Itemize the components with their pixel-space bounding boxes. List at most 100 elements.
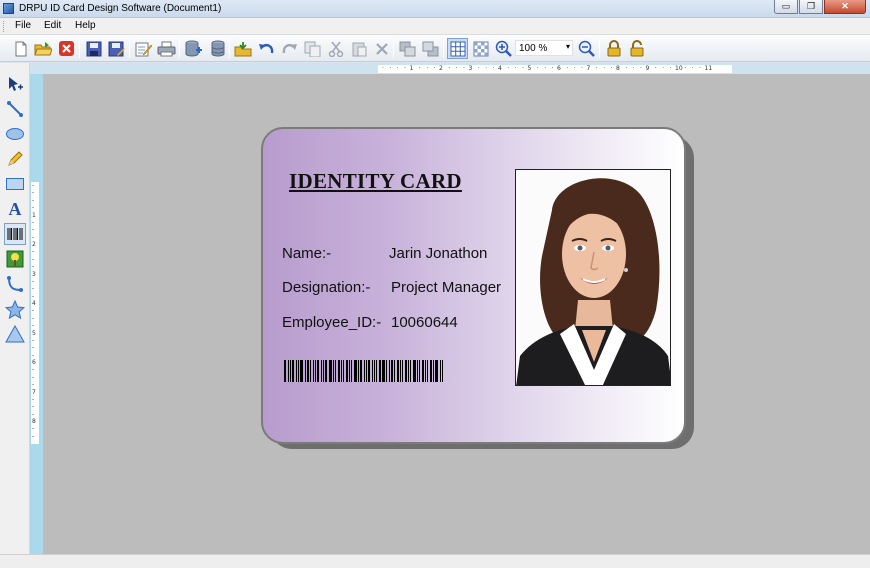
ruler-tick: ˑ [581, 65, 584, 72]
arc-icon[interactable] [4, 273, 26, 295]
zoom-in-icon[interactable] [493, 38, 514, 59]
barcode-bar [366, 360, 367, 382]
database-export-icon[interactable] [183, 38, 204, 59]
transparent-icon[interactable] [470, 38, 491, 59]
ruler-tick: ˑ [551, 65, 554, 72]
ruler-tick: · [691, 65, 694, 72]
ruler-tick: · [485, 65, 488, 72]
ruler-tick: · [662, 65, 665, 72]
barcode-bar [435, 360, 438, 382]
redo-icon[interactable] [279, 38, 300, 59]
ruler-tick: - [32, 373, 35, 381]
ruler-tick: · [396, 65, 399, 72]
ellipse-icon[interactable] [4, 123, 26, 145]
barcode-bar [313, 360, 314, 382]
new-icon[interactable] [10, 38, 31, 59]
barcode-bar [321, 360, 322, 382]
ruler-label: 10 [675, 65, 683, 72]
ruler-tick: - [32, 263, 35, 271]
zoom-out-icon[interactable] [576, 38, 597, 59]
ruler-tick: ˑ [595, 65, 598, 72]
send-back-icon[interactable] [420, 38, 441, 59]
ruler-label: 7 [32, 388, 36, 396]
lock-icon[interactable] [603, 38, 624, 59]
delete-icon[interactable] [371, 38, 392, 59]
barcode-bar [354, 360, 357, 382]
barcode-bar [379, 360, 381, 382]
menu-file[interactable]: File [15, 20, 31, 31]
picture-icon[interactable] [4, 248, 26, 270]
ruler-tick: - [32, 425, 35, 433]
save-as-icon[interactable] [106, 38, 127, 59]
ruler-tick: - [32, 336, 35, 344]
ruler-tick: · [632, 65, 635, 72]
barcode-bar [305, 360, 306, 382]
pointer-icon[interactable] [4, 73, 26, 95]
barcode-bar [389, 360, 390, 382]
ruler-tick: - [32, 248, 35, 256]
open-icon[interactable] [32, 38, 53, 59]
ruler-tick: · [573, 65, 576, 72]
text-icon[interactable]: A [4, 198, 26, 220]
cut-icon[interactable] [325, 38, 346, 59]
ruler-tick: - [32, 204, 35, 212]
close-button[interactable]: ✕ [824, 0, 866, 14]
barcode-bar [400, 360, 401, 382]
rectangle-icon[interactable] [4, 173, 26, 195]
ruler-tick: - [32, 366, 35, 374]
name-value[interactable]: Jarin Jonathon [389, 245, 487, 262]
print-icon[interactable] [156, 38, 177, 59]
employee-id-value[interactable]: 10060644 [391, 314, 458, 331]
barcode-bar [323, 360, 324, 382]
employee-photo[interactable] [515, 169, 671, 386]
employee-id-label[interactable]: Employee_ID:- [282, 314, 381, 331]
id-card[interactable]: IDENTITY CARD Name:- Jarin Jonathon Desi… [261, 127, 686, 444]
ruler-tick: · [426, 65, 429, 72]
maximize-button[interactable]: ❐ [799, 0, 823, 14]
barcode[interactable] [284, 360, 472, 382]
pencil-icon[interactable] [4, 148, 26, 170]
ruler-tick: ˑ [433, 65, 436, 72]
window-title: DRPU ID Card Design Software (Document1) [19, 3, 222, 14]
minimize-button[interactable]: ▭ [774, 0, 798, 14]
chevron-down-icon[interactable]: ▾ [566, 42, 570, 51]
ruler-tick: ˑ [699, 65, 702, 72]
zoom-select[interactable]: 100 % ▾ [515, 40, 573, 56]
card-title[interactable]: IDENTITY CARD [289, 169, 462, 194]
vertical-ruler: ----1---2---3---4---5---6---7---8-- [31, 182, 39, 444]
ruler-label: 2 [439, 65, 443, 72]
ruler-tick: · [455, 65, 458, 72]
copy-icon[interactable] [302, 38, 323, 59]
designation-value[interactable]: Project Manager [391, 279, 501, 296]
ruler-tick: ˑ [477, 65, 480, 72]
barcode-icon[interactable] [4, 223, 26, 245]
barcode-bar [343, 360, 344, 382]
ruler-label: 1 [409, 65, 414, 72]
name-label[interactable]: Name:- [282, 245, 331, 262]
paste-icon[interactable] [348, 38, 369, 59]
barcode-bar [391, 360, 393, 382]
zoom-value: 100 % [519, 43, 548, 54]
bring-front-icon[interactable] [397, 38, 418, 59]
line-icon[interactable] [4, 98, 26, 120]
ruler-tick: - [32, 218, 35, 226]
unlock-icon[interactable] [626, 38, 647, 59]
menu-help[interactable]: Help [75, 20, 96, 31]
barcode-bar [346, 360, 348, 382]
tool-palette: A [0, 63, 30, 555]
database-icon[interactable] [207, 38, 228, 59]
undo-icon[interactable] [256, 38, 277, 59]
barcode-bar [317, 360, 319, 382]
import-icon[interactable] [233, 38, 254, 59]
triangle-icon[interactable] [4, 323, 26, 345]
menu-edit[interactable]: Edit [44, 20, 61, 31]
edit-icon[interactable] [133, 38, 154, 59]
menu-bar: File Edit Help [0, 18, 870, 35]
grid-icon[interactable] [447, 38, 468, 59]
barcode-bar [296, 360, 297, 382]
save-icon[interactable] [83, 38, 104, 59]
star-icon[interactable] [4, 298, 26, 320]
designation-label[interactable]: Designation:- [282, 279, 370, 296]
close-doc-icon[interactable] [56, 38, 77, 59]
barcode-bar [417, 360, 418, 382]
